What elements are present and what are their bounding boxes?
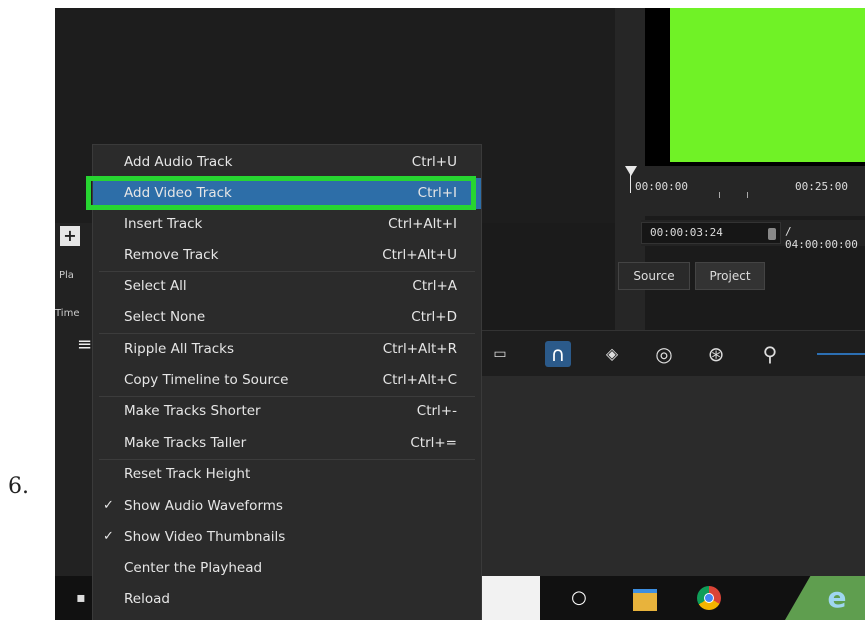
menu-item-shortcut: Ctrl+U (411, 154, 457, 170)
menu-item-label: Select All (124, 278, 187, 294)
menu-item[interactable]: Make Tracks Taller Ctrl+= (93, 428, 481, 459)
timeline-context-menu: Add Audio Track Ctrl+U Add Video Track Ctrl… (92, 144, 482, 620)
ruler-end-label: 00:25:00 (795, 180, 848, 193)
menu-item-shortcut: Ctrl+Alt+I (388, 216, 457, 232)
timeline-menu-icon[interactable]: ≡ (77, 334, 92, 355)
menu-item-shortcut: Ctrl+= (410, 435, 457, 451)
preview-video (670, 8, 865, 162)
menu-item-shortcut: Ctrl+- (416, 403, 457, 419)
windows-start-icon[interactable]: ▪ (67, 584, 95, 612)
menu-item-shortcut: Ctrl+I (417, 185, 457, 201)
menu-item-label: Add Audio Track (124, 154, 233, 170)
timeline-toolbar: ▭ ∩ ◈ ◎ ⊛ ⚲ (475, 330, 865, 377)
ruler-tick (747, 192, 748, 198)
tab-source[interactable]: Source (618, 262, 690, 290)
timecode-field[interactable]: 00:00:03:24 (641, 222, 781, 244)
edge-icon[interactable]: e (823, 584, 851, 612)
menu-item[interactable]: ✓ Show Audio Waveforms (93, 491, 481, 522)
menu-item-shortcut: Ctrl+Alt+C (382, 372, 457, 388)
menu-item-label: Center the Playhead (124, 560, 263, 576)
zoom-slider[interactable] (817, 353, 865, 355)
menu-item-label: Show Audio Waveforms (124, 498, 283, 514)
tab-project[interactable]: Project (695, 262, 765, 290)
playlist-label-stub: Pla (59, 270, 74, 281)
menu-item-label: Show Video Thumbnails (124, 529, 286, 545)
menu-item[interactable]: Reset Track Height (93, 459, 481, 490)
menu-item[interactable]: Copy Timeline to Source Ctrl+Alt+C (93, 365, 481, 396)
playhead-marker[interactable] (625, 166, 637, 176)
menu-item-label: Remove Track (124, 247, 219, 263)
step-number: 6. (8, 474, 29, 499)
split-icon[interactable]: ▭ (487, 341, 513, 367)
timecode-total: / 04:00:00:00 (785, 225, 858, 251)
menu-item-label: Copy Timeline to Source (124, 372, 289, 388)
zoom-out-icon[interactable]: ⚲ (757, 341, 783, 367)
snap-magnet-icon[interactable]: ∩ (545, 341, 571, 367)
menu-item[interactable]: Add Video Track Ctrl+I (93, 178, 481, 209)
ruler-start-label: 00:00:00 (635, 180, 688, 193)
menu-item-label: Make Tracks Shorter (124, 403, 261, 419)
menu-item-label: Select None (124, 309, 206, 325)
timecode-spinner-icon[interactable] (768, 228, 776, 240)
timeline-tracks-area[interactable] (475, 376, 865, 576)
file-explorer-icon[interactable] (633, 589, 657, 611)
ripple-all-icon[interactable]: ⊛ (703, 341, 729, 367)
scrub-audio-icon[interactable]: ◈ (599, 341, 625, 367)
menu-item-label: Ripple All Tracks (124, 341, 235, 357)
cortana-circle-icon[interactable]: ○ (565, 584, 593, 612)
left-panel-strip (55, 223, 95, 620)
menu-item-shortcut: Ctrl+A (412, 278, 457, 294)
checkmark-icon: ✓ (103, 498, 114, 513)
menu-item[interactable]: Remove Track Ctrl+Alt+U (93, 240, 481, 271)
add-button[interactable]: + (60, 226, 80, 246)
menu-item[interactable]: Make Tracks Shorter Ctrl+- (93, 396, 481, 427)
timeline-label-stub: Time (55, 308, 80, 319)
menu-item[interactable]: Reload (93, 584, 481, 615)
menu-item[interactable]: ✓ Show Video Thumbnails (93, 522, 481, 553)
menu-item-label: Insert Track (124, 216, 203, 232)
menu-item[interactable]: Add Audio Track Ctrl+U (93, 147, 481, 178)
ripple-icon[interactable]: ◎ (651, 341, 677, 367)
menu-item-shortcut: Ctrl+Alt+R (382, 341, 457, 357)
time-ruler[interactable]: 00:00:00 00:25:00 (623, 166, 865, 216)
shotcut-screenshot: 00:00:00 00:25:00 00:00:03:24 / 04:00:00… (55, 8, 865, 620)
menu-item-label: Reset Track Height (124, 466, 251, 482)
chrome-icon[interactable] (697, 586, 721, 610)
playhead-line (630, 173, 631, 193)
checkmark-icon: ✓ (103, 529, 114, 544)
menu-item-label: Make Tracks Taller (124, 435, 247, 451)
menu-item[interactable]: Insert Track Ctrl+Alt+I (93, 209, 481, 240)
ruler-tick (719, 192, 720, 198)
menu-item[interactable]: Select All Ctrl+A (93, 271, 481, 302)
timecode-current: 00:00:03:24 (650, 226, 723, 239)
menu-item[interactable]: Select None Ctrl+D (93, 302, 481, 333)
menu-item-shortcut: Ctrl+D (411, 309, 457, 325)
menu-item[interactable]: Center the Playhead (93, 553, 481, 584)
timecode-bar: 00:00:03:24 / 04:00:00:00 (641, 220, 865, 251)
menu-item-shortcut: Ctrl+Alt+U (382, 247, 457, 263)
menu-item-label: Reload (124, 591, 170, 607)
menu-item[interactable]: Ripple All Tracks Ctrl+Alt+R (93, 334, 481, 365)
menu-item-label: Add Video Track (124, 185, 232, 201)
